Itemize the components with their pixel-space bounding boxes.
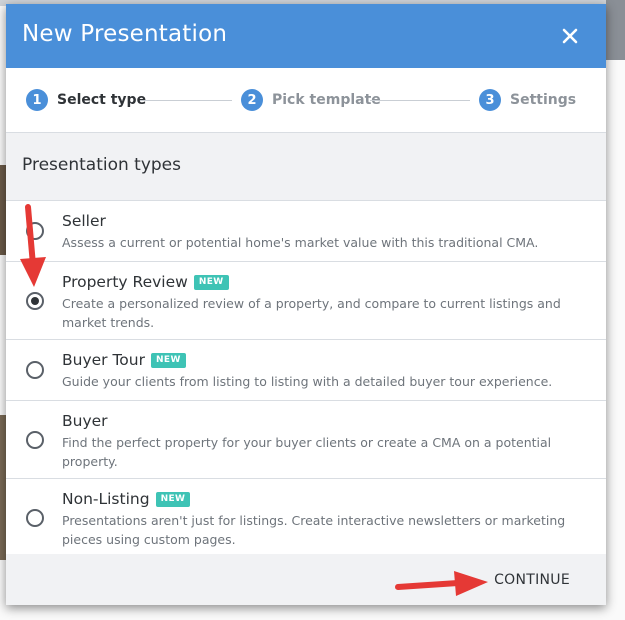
new-presentation-dialog: New Presentation 1 Select type 2 Pick te… xyxy=(6,4,606,605)
type-option-seller[interactable]: Seller Assess a current or potential hom… xyxy=(6,201,606,262)
section-heading: Presentation types xyxy=(22,155,182,175)
step-number: 3 xyxy=(479,89,501,111)
dialog-body: Presentation types Seller Assess a curre… xyxy=(6,133,606,557)
progress-stepper: 1 Select type 2 Pick template 3 Settings xyxy=(6,68,606,133)
type-title: Seller xyxy=(62,212,106,230)
type-option-non-listing[interactable]: Non-Listing NEW Presentations aren't jus… xyxy=(6,479,606,557)
type-description: Assess a current or potential home's mar… xyxy=(62,235,539,250)
new-badge: NEW xyxy=(155,491,191,507)
continue-button[interactable]: CONTINUE xyxy=(494,572,570,588)
new-badge: NEW xyxy=(150,352,186,368)
step-settings: 3 Settings xyxy=(479,89,576,111)
step-label: Pick template xyxy=(272,92,381,108)
type-title: Buyer xyxy=(62,412,108,430)
radio-button[interactable] xyxy=(26,509,44,527)
type-option-property-review[interactable]: Property Review NEW Create a personalize… xyxy=(6,262,606,340)
background-strip xyxy=(606,0,625,60)
type-name: Property Review xyxy=(62,273,188,291)
type-name: Non-Listing xyxy=(62,490,150,508)
type-description: Guide your clients from listing to listi… xyxy=(62,374,553,389)
type-name: Buyer Tour xyxy=(62,351,145,369)
radio-button-selected[interactable] xyxy=(26,292,44,310)
type-name: Seller xyxy=(62,212,106,230)
annotation-arrow-down-icon xyxy=(20,204,46,287)
step-connector xyxy=(140,100,232,101)
step-label: Settings xyxy=(510,92,577,108)
type-description: Find the perfect property for your buyer… xyxy=(62,435,552,469)
close-button[interactable] xyxy=(556,22,584,50)
presentation-type-list: Seller Assess a current or potential hom… xyxy=(6,200,606,557)
type-title: Non-Listing NEW xyxy=(62,490,191,508)
type-name: Buyer xyxy=(62,412,108,430)
type-title: Buyer Tour NEW xyxy=(62,351,186,369)
radio-button[interactable] xyxy=(26,361,44,379)
step-connector xyxy=(370,100,470,101)
close-icon xyxy=(562,28,578,44)
step-pick-template: 2 Pick template xyxy=(241,89,381,111)
type-description: Presentations aren't just for listings. … xyxy=(62,513,566,547)
new-badge: NEW xyxy=(193,274,229,290)
step-select-type: 1 Select type xyxy=(26,89,146,111)
type-option-buyer-tour[interactable]: Buyer Tour NEW Guide your clients from l… xyxy=(6,340,606,401)
type-description: Create a personalized review of a proper… xyxy=(62,296,561,330)
dialog-header: New Presentation xyxy=(6,4,606,68)
annotation-arrow-right-icon xyxy=(395,571,488,596)
step-number: 1 xyxy=(26,89,48,111)
type-option-buyer[interactable]: Buyer Find the perfect property for your… xyxy=(6,401,606,479)
radio-button[interactable] xyxy=(26,431,44,449)
step-number: 2 xyxy=(241,89,263,111)
dialog-title: New Presentation xyxy=(22,21,228,47)
step-label: Select type xyxy=(57,92,147,108)
type-title: Property Review NEW xyxy=(62,273,229,291)
dialog-footer: CONTINUE xyxy=(6,554,606,605)
